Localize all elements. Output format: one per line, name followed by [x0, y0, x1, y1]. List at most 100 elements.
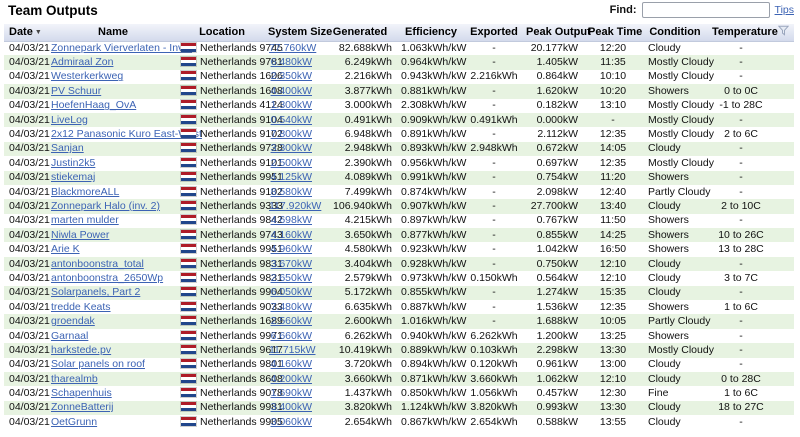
column-header-condition[interactable]: Condition: [640, 24, 710, 42]
exported-cell: -: [492, 171, 496, 184]
system-size-link-cell: 2.500kW: [266, 156, 322, 170]
system-name-link[interactable]: Sanjan: [51, 142, 84, 154]
system-name-link[interactable]: Niwla Power: [51, 229, 109, 241]
system-size-link[interactable]: 6.660kW: [271, 330, 312, 342]
system-size-link[interactable]: 3.300kW: [271, 142, 312, 154]
column-header-efficiency[interactable]: Efficiency: [398, 24, 464, 42]
column-header-name[interactable]: Name: [48, 24, 178, 42]
system-name-link[interactable]: OetGrunn: [51, 416, 97, 428]
system-name-link[interactable]: Solarpanels, Part 2: [51, 286, 140, 298]
system-name-link[interactable]: Justin2k5: [51, 157, 95, 169]
exported-cell: -: [492, 156, 496, 169]
condition-cell: Cloudy: [648, 41, 681, 54]
date-cell: 04/03/21: [9, 214, 50, 227]
netherlands-flag-icon: [181, 100, 196, 110]
column-header-generated[interactable]: Generated: [322, 24, 398, 42]
system-size-link[interactable]: 4.160kW: [271, 229, 312, 241]
system-size-link[interactable]: 4.160kW: [271, 358, 312, 370]
system-name-link[interactable]: Zonnepark Vierverlaten - Inv 1: [51, 42, 192, 54]
date-cell: 04/03/21: [9, 300, 50, 313]
system-size-link[interactable]: 1.300kW: [271, 99, 312, 111]
system-name-link[interactable]: tredde Keats: [51, 301, 111, 313]
column-header-temperature[interactable]: Temperature: [710, 24, 778, 42]
system-name-link-cell: Zonnepark Vierverlaten - Inv 1: [48, 41, 192, 55]
efficiency-cell: 0.973kWh/kW: [401, 271, 467, 284]
exported-cell: -: [492, 56, 496, 69]
system-size-link[interactable]: 8.580kW: [271, 186, 312, 198]
system-name-link[interactable]: PV Schuur: [51, 85, 101, 97]
peak-output-cell: 0.457kW: [536, 387, 578, 400]
system-size-link[interactable]: 0.540kW: [271, 114, 312, 126]
system-size-link[interactable]: 3.060kW: [271, 416, 312, 428]
system-name-link[interactable]: Admiraal Zon: [51, 56, 113, 68]
system-name-link[interactable]: HoefenHaag_OvA: [51, 99, 136, 111]
column-header-peak-output[interactable]: Peak Output: [524, 24, 591, 42]
system-size-link[interactable]: 4.400kW: [271, 85, 312, 97]
temperature-cell: -: [739, 257, 743, 270]
system-name-link[interactable]: Solar panels on roof: [51, 358, 145, 370]
system-size-link[interactable]: 1.690kW: [271, 387, 312, 399]
system-name-link[interactable]: BlackmoreALL: [51, 186, 119, 198]
netherlands-flag-icon: [181, 287, 196, 297]
system-name-link[interactable]: antonboonstra_total: [51, 258, 144, 270]
system-size-link[interactable]: 3.400kW: [271, 401, 312, 413]
system-name-link[interactable]: groendak: [51, 315, 95, 327]
system-size-link[interactable]: 77.760kW: [269, 42, 316, 54]
system-size-link[interactable]: 7.480kW: [271, 301, 312, 313]
system-size-link[interactable]: 2.350kW: [271, 70, 312, 82]
system-size-link-cell: 2.350kW: [266, 70, 322, 84]
column-header-location[interactable]: Location: [178, 24, 266, 42]
filter-icon[interactable]: [777, 25, 789, 36]
condition-cell: Showers: [648, 329, 689, 342]
column-header-peak-time[interactable]: Peak Time: [586, 24, 642, 42]
system-size-link[interactable]: 4.698kW: [271, 214, 312, 226]
system-name-link[interactable]: Garnaal: [51, 330, 88, 342]
system-name-link[interactable]: Zonnepark Halo (inv. 2): [51, 200, 160, 212]
location-cell: Netherlands 1608: [178, 84, 283, 98]
netherlands-flag-icon: [181, 359, 196, 369]
system-size-link[interactable]: 7.800kW: [271, 128, 312, 140]
system-size-link[interactable]: 11.715kW: [269, 344, 316, 356]
system-size-link[interactable]: 2.650kW: [271, 272, 312, 284]
tips-link[interactable]: Tips: [775, 4, 794, 16]
system-name-link[interactable]: antonboonstra_2650Wp: [51, 272, 163, 284]
system-name-link[interactable]: Schapenhuis: [51, 387, 112, 399]
system-name-link[interactable]: ZonneBatterij: [51, 401, 113, 413]
system-name-link[interactable]: 2x12 Panasonic Kuro East-West: [51, 128, 202, 140]
peak-output-cell: 2.298kW: [536, 343, 578, 356]
location-cell: Netherlands 9951: [178, 242, 283, 256]
system-size-link[interactable]: 3.670kW: [271, 258, 312, 270]
exported-cell: 0.103kWh: [470, 343, 518, 356]
system-size-link[interactable]: 117.920kW: [269, 200, 321, 212]
efficiency-cell: 0.855kWh/kW: [401, 286, 467, 299]
system-name-link[interactable]: stiekemaj: [51, 171, 95, 183]
system-name-link[interactable]: marten mulder: [51, 214, 119, 226]
system-size-link[interactable]: 4.125kW: [271, 171, 312, 183]
column-header-system-size[interactable]: System Size: [266, 24, 332, 42]
system-size-link[interactable]: 4.960kW: [271, 243, 312, 255]
temperature-cell: 3 to 7C: [724, 271, 758, 284]
system-name-link[interactable]: LiveLog: [51, 114, 88, 126]
filter-column-spacer: [772, 286, 794, 300]
system-size-link[interactable]: 4.200kW: [271, 373, 312, 385]
system-name-link-cell: LiveLog: [48, 113, 178, 127]
find-input[interactable]: [641, 2, 770, 18]
date-cell: 04/03/21: [9, 156, 50, 169]
system-size-link[interactable]: 2.500kW: [271, 157, 312, 169]
system-name-link[interactable]: Westerkerkweg: [51, 70, 123, 82]
system-size-link[interactable]: 6.480kW: [271, 56, 312, 68]
system-size-link[interactable]: 6.050kW: [271, 286, 312, 298]
location-cell: Netherlands 9831: [178, 257, 283, 271]
table-row: 04/03/21 Solarpanels, Part 2 Netherlands 9…: [4, 285, 794, 301]
column-header-date[interactable]: Date ▼: [4, 24, 48, 42]
system-name-link[interactable]: tharealmb: [51, 373, 98, 385]
column-header-exported[interactable]: Exported: [464, 24, 524, 42]
system-size-link[interactable]: 2.560kW: [271, 315, 312, 327]
exported-cell: -: [492, 199, 496, 212]
system-name-link[interactable]: harkstede.pv: [51, 344, 111, 356]
peak-time-cell: 13:30: [599, 401, 627, 414]
generated-cell: 0.491kWh: [344, 113, 392, 126]
system-name-link[interactable]: Arie K: [51, 243, 80, 255]
date-cell: 04/03/21: [9, 243, 50, 256]
system-size-link-cell: 2.650kW: [266, 271, 322, 285]
